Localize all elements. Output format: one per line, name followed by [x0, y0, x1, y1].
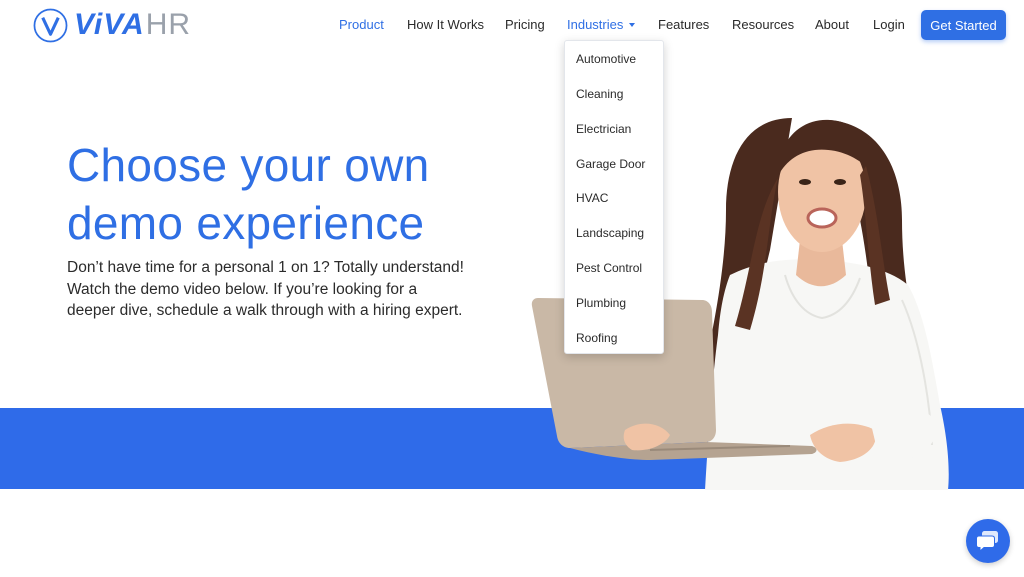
nav-how-it-works[interactable]: How It Works [407, 17, 484, 32]
chat-icon [976, 531, 998, 552]
nav-industries-label: Industries [567, 17, 624, 32]
chat-widget-button[interactable] [966, 519, 1010, 563]
industries-dropdown: Automotive Cleaning Electrician Garage D… [564, 40, 664, 354]
hero-title: Choose your own demo experience [67, 136, 527, 252]
main-nav: Product How It Works Pricing Industries … [0, 0, 1024, 50]
nav-product[interactable]: Product [339, 17, 384, 32]
industry-item-pest-control[interactable]: Pest Control [576, 261, 642, 275]
chevron-down-icon [629, 23, 636, 27]
industry-item-electrician[interactable]: Electrician [576, 122, 631, 136]
industry-item-cleaning[interactable]: Cleaning [576, 87, 623, 101]
nav-login[interactable]: Login [873, 17, 905, 32]
hero-description: Don’t have time for a personal 1 on 1? T… [67, 259, 464, 319]
industry-item-roofing[interactable]: Roofing [576, 331, 617, 345]
industry-item-hvac[interactable]: HVAC [576, 191, 608, 205]
nav-resources[interactable]: Resources [732, 17, 794, 32]
hero-title-line-2: demo experience [67, 197, 425, 249]
nav-pricing[interactable]: Pricing [505, 17, 545, 32]
industry-item-garage-door[interactable]: Garage Door [576, 157, 645, 171]
industry-item-landscaping[interactable]: Landscaping [576, 226, 644, 240]
hero-title-line-1: Choose your own [67, 139, 430, 191]
get-started-button[interactable]: Get Started [921, 10, 1006, 40]
site-header: ViVA HR Product How It Works Pricing Indu… [0, 0, 1024, 50]
nav-features[interactable]: Features [658, 17, 709, 32]
nav-industries[interactable]: Industries [567, 17, 636, 32]
industry-item-plumbing[interactable]: Plumbing [576, 296, 626, 310]
nav-about[interactable]: About [815, 17, 849, 32]
industry-item-automotive[interactable]: Automotive [576, 52, 636, 66]
